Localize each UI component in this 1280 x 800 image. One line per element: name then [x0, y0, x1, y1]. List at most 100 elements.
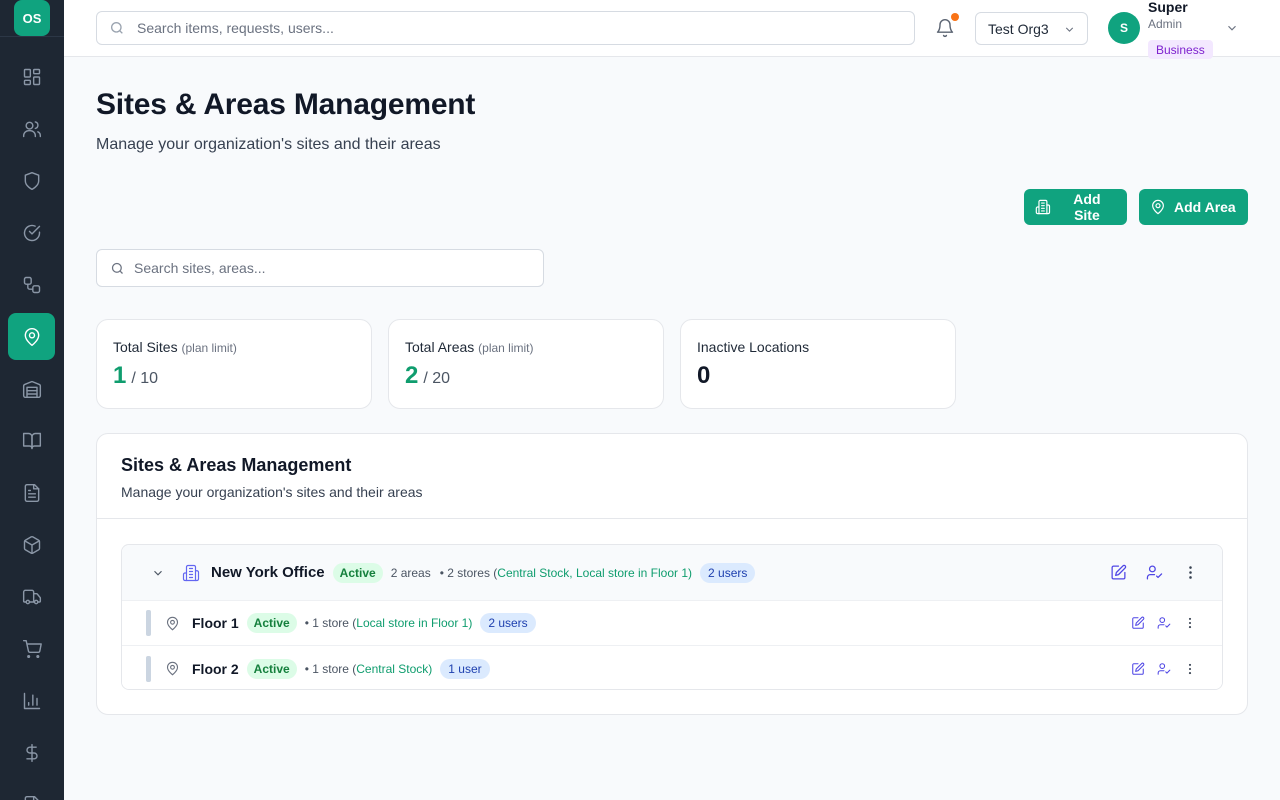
sidebar-item-locations[interactable]: [8, 313, 55, 360]
status-badge: Active: [246, 658, 297, 679]
sidebar-item-workflows[interactable]: [8, 261, 55, 308]
area-row[interactable]: Floor 1 Active • 1 store (Local store in…: [122, 601, 1222, 646]
package-icon: [23, 535, 40, 554]
sidebar-item-catalog[interactable]: [8, 417, 55, 464]
add-area-label: Add Area: [1174, 199, 1236, 215]
area-name: Floor 1: [192, 615, 239, 631]
stat-label-text: Total Areas: [405, 339, 475, 355]
top-bar: Test Org3 S Super Admin Business: [64, 0, 1280, 59]
assign-users-button[interactable]: [1151, 611, 1177, 635]
stores-prefix: • 1 store (: [304, 661, 357, 676]
org-selector[interactable]: Test Org3: [975, 12, 1088, 45]
chevron-down-icon: [1065, 27, 1074, 32]
stat-limit: / 20: [423, 370, 451, 387]
file-icon: [24, 795, 39, 800]
users-badge[interactable]: 1 user: [440, 658, 490, 679]
indent-bar: [146, 610, 151, 636]
site-more-button[interactable]: [1172, 558, 1208, 588]
stat-limit: / 10: [131, 370, 159, 387]
add-site-button[interactable]: Add Site: [1024, 189, 1127, 225]
sidebar-item-security[interactable]: [8, 157, 55, 204]
user-name[interactable]: Super: [1148, 0, 1188, 15]
sidebar-item-reports[interactable]: [8, 677, 55, 724]
stat-card-total-sites: Total Sites (plan limit) 1 / 10: [96, 319, 372, 409]
add-site-label: Add Site: [1073, 191, 1101, 223]
user-check-icon: [1157, 662, 1171, 675]
sites-areas-panel: Sites & Areas Management Manage your org…: [96, 433, 1248, 715]
check-circle-icon: [23, 224, 40, 241]
panel-subtitle: Manage your organization's sites and the…: [121, 484, 423, 500]
warehouse-icon: [22, 380, 41, 398]
stat-card-total-areas: Total Areas (plan limit) 2 / 20: [388, 319, 664, 409]
workflow-icon: [23, 276, 40, 293]
app-logo[interactable]: OS: [14, 0, 50, 36]
org-name: Test Org3: [988, 20, 1049, 37]
building-icon: [1035, 199, 1051, 215]
users-badge[interactable]: 2 users: [480, 613, 536, 633]
sidebar-item-finance[interactable]: [8, 729, 55, 776]
sites-search[interactable]: [96, 249, 544, 287]
stat-label: Total Sites (plan limit): [113, 339, 237, 355]
area-more-button[interactable]: [1177, 657, 1203, 681]
page-title: Sites & Areas Management: [96, 88, 476, 121]
edit-site-button[interactable]: [1100, 558, 1136, 588]
notifications-button[interactable]: [934, 13, 959, 40]
sidebar-item-inventory[interactable]: [8, 365, 55, 412]
user-avatar[interactable]: S: [1108, 12, 1140, 44]
user-menu-chevron-icon[interactable]: [1225, 21, 1239, 35]
sidebar-item-dashboard[interactable]: [8, 53, 55, 100]
assign-users-button[interactable]: [1151, 657, 1177, 681]
global-search[interactable]: [96, 11, 915, 45]
global-search-input[interactable]: [137, 20, 897, 36]
area-stores: • 1 store (Central Stock): [305, 662, 433, 676]
edit-area-button[interactable]: [1125, 611, 1151, 635]
stores-prefix: • 1 store (: [304, 616, 357, 630]
site-actions: [1100, 545, 1208, 600]
stores-list: Local store in Floor 1: [356, 616, 469, 630]
sidebar-item-approvals[interactable]: [8, 209, 55, 256]
panel-title: Sites & Areas Management: [121, 455, 352, 475]
add-area-button[interactable]: Add Area: [1139, 189, 1248, 225]
area-row[interactable]: Floor 2 Active • 1 store (Central Stock)…: [122, 646, 1222, 689]
stat-number: 0: [697, 362, 711, 389]
sidebar-item-items[interactable]: [8, 521, 55, 568]
user-check-icon: [1157, 617, 1171, 629]
more-vertical-icon: [1188, 617, 1192, 629]
sidebar-item-users[interactable]: [8, 105, 55, 152]
edit-icon: [1132, 616, 1145, 629]
status-badge: Active: [332, 562, 383, 583]
stores-prefix: • 2 stores (: [439, 565, 498, 580]
page-subtitle: Manage your organization's sites and the…: [96, 136, 441, 153]
sidebar-item-purchasing[interactable]: [8, 625, 55, 672]
users-icon: [22, 120, 41, 137]
assign-users-button[interactable]: [1136, 558, 1172, 588]
map-pin-icon: [24, 327, 39, 346]
stores-suffix: ): [428, 661, 433, 676]
bell-icon: [936, 19, 954, 38]
more-vertical-icon: [1188, 566, 1192, 579]
sidebar-item-more[interactable]: [8, 781, 55, 800]
edit-area-button[interactable]: [1125, 657, 1151, 681]
sites-search-input[interactable]: [134, 260, 534, 276]
stat-value: 1 / 10: [113, 362, 158, 390]
sidebar-item-documents[interactable]: [8, 469, 55, 516]
plan-badge: Business: [1148, 40, 1213, 59]
users-badge[interactable]: 2 users: [700, 562, 756, 583]
stat-label: Total Areas (plan limit): [405, 339, 534, 355]
stat-label: Inactive Locations: [697, 339, 809, 355]
stat-value: 0: [697, 362, 710, 390]
stat-hint: (plan limit): [478, 341, 534, 355]
truck-icon: [22, 589, 41, 604]
site-stores: • 2 stores (Central Stock, Local store i…: [440, 566, 692, 580]
area-actions: [1125, 601, 1203, 645]
book-icon: [22, 432, 41, 449]
area-more-button[interactable]: [1177, 611, 1203, 635]
sidebar-item-shipping[interactable]: [8, 573, 55, 620]
stat-label-text: Total Sites: [113, 339, 178, 355]
stat-label-text: Inactive Locations: [697, 339, 810, 355]
chevron-down-icon[interactable]: [151, 566, 165, 580]
status-badge: Active: [246, 613, 297, 633]
stat-number: 1: [113, 362, 127, 389]
file-text-icon: [24, 483, 39, 502]
site-row[interactable]: New York Office Active 2 areas • 2 store…: [122, 545, 1222, 601]
